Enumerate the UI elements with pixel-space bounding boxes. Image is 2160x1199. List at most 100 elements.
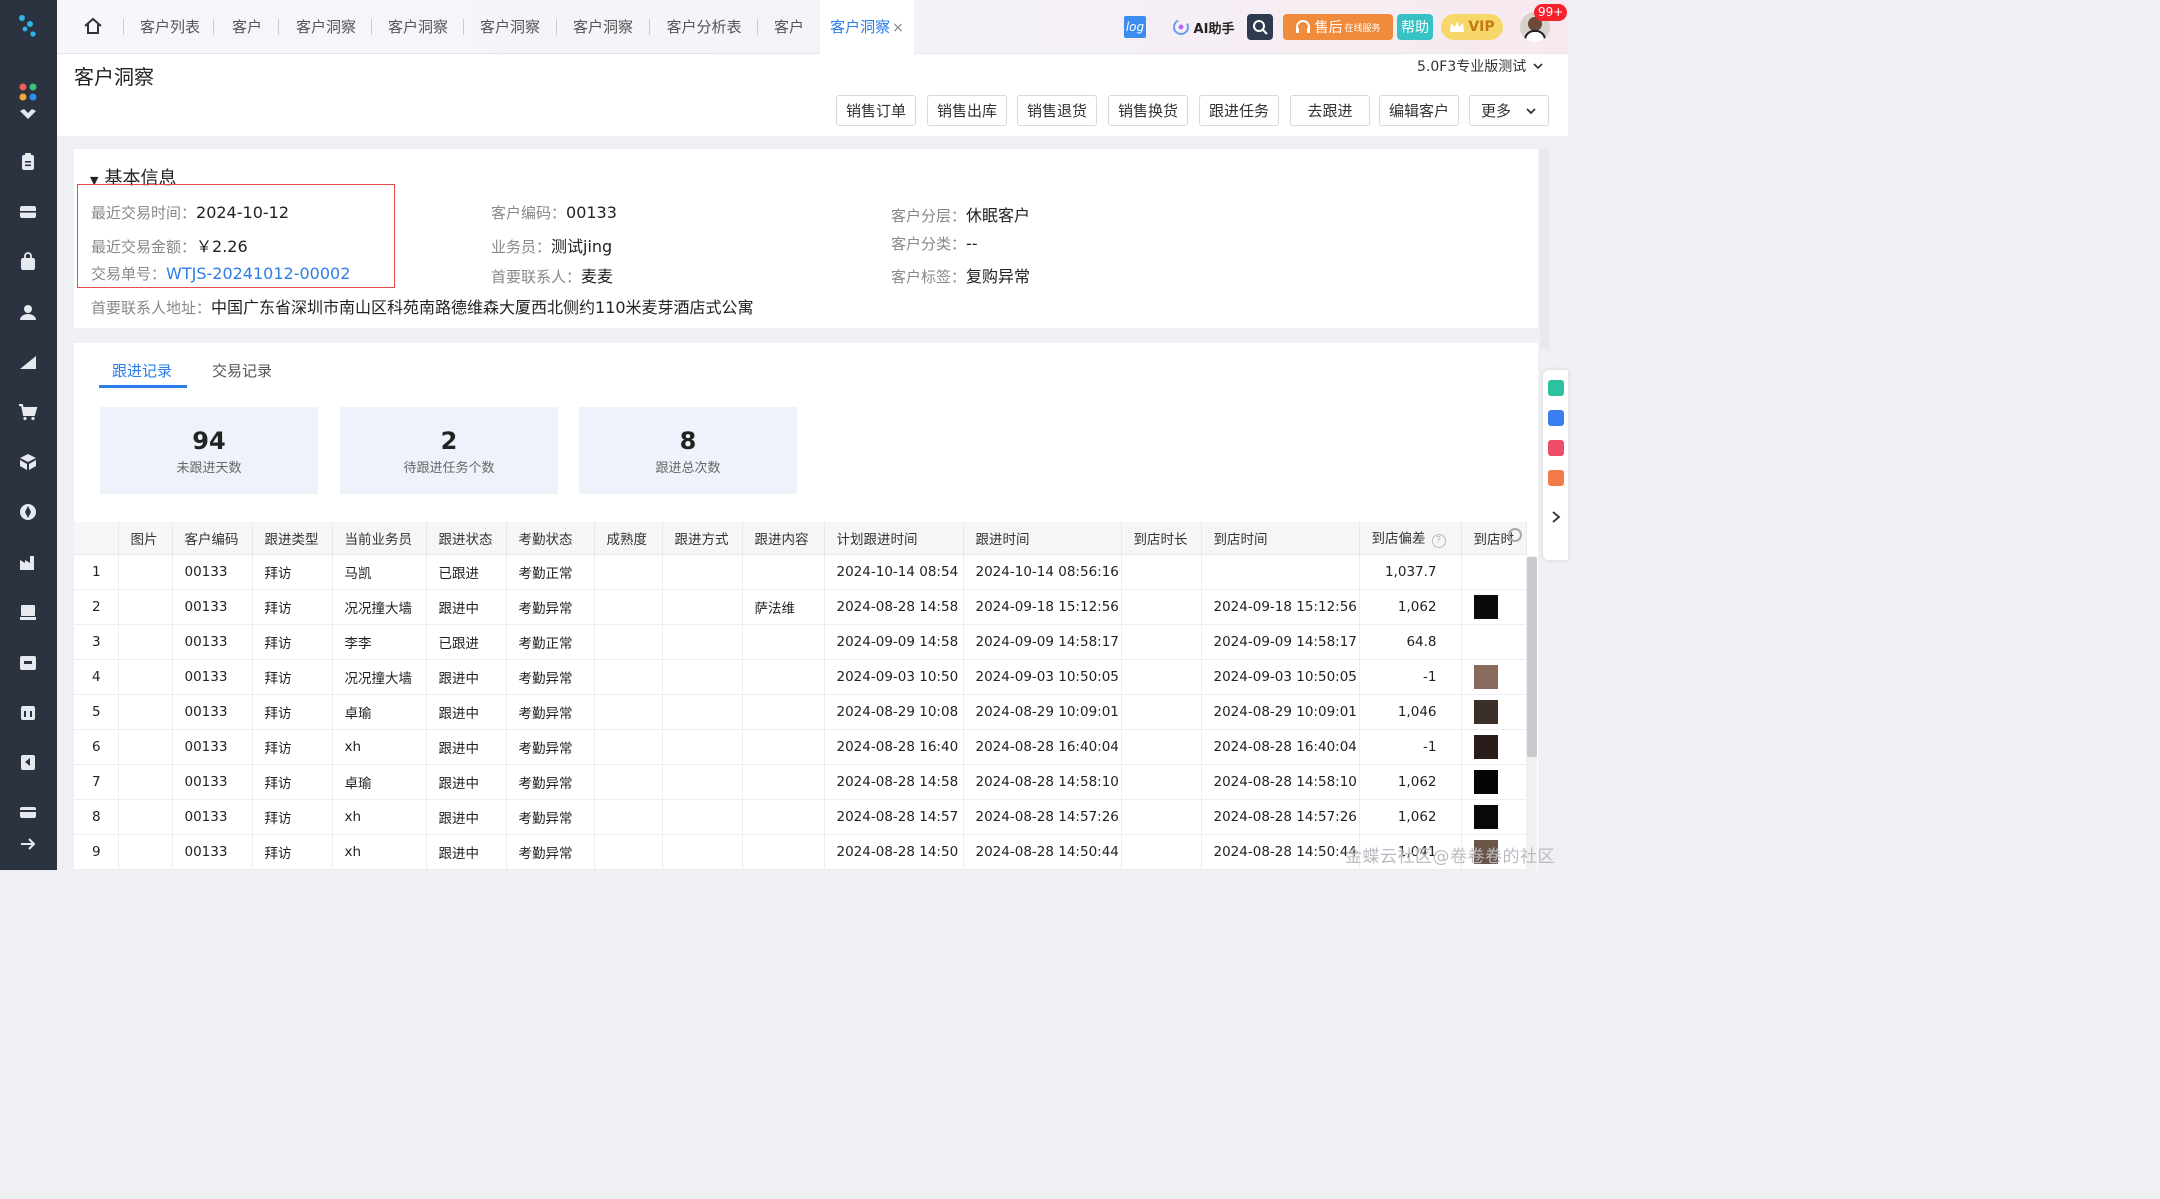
customer-icon[interactable]: [16, 300, 40, 324]
chevron-right-icon[interactable]: [1550, 510, 1562, 524]
column-header[interactable]: 跟进类型: [252, 522, 333, 555]
table-row[interactable]: 3 00133 拜访 李李 已跟进 考勤正常 2024-09-09 14:58 2024-09…: [74, 624, 1527, 660]
table-cell: [742, 624, 825, 660]
column-header[interactable]: 到店时: [1461, 522, 1527, 555]
table-row[interactable]: 2 00133 拜访 况况撞大墙 跟进中 考勤异常 萨法维 2024-08-28 14:58 2…: [74, 589, 1527, 625]
table-row[interactable]: 9 00133 拜访 xh 跟进中 考勤异常 2024-08-28 14:50 2024-08…: [74, 834, 1527, 870]
page-scrollbar[interactable]: [1540, 149, 1550, 349]
column-header[interactable]: 考勤状态: [506, 522, 595, 555]
tab-customer-insight[interactable]: 客户洞察: [379, 0, 457, 54]
table-cell: 8: [74, 799, 119, 835]
table-cell: 考勤异常: [506, 834, 595, 870]
notes-icon[interactable]: [1548, 440, 1564, 456]
box-icon[interactable]: [16, 450, 40, 474]
sales-order-button[interactable]: 销售订单: [836, 95, 916, 126]
photo-thumbnail[interactable]: [1473, 769, 1498, 794]
tab-customer-insight[interactable]: 客户洞察: [564, 0, 642, 54]
cart-icon[interactable]: [16, 400, 40, 424]
expand-arrow-icon[interactable]: [16, 832, 40, 856]
column-header[interactable]: 当前业务员: [332, 522, 427, 555]
photo-thumbnail[interactable]: [1473, 734, 1498, 759]
go-follow-button[interactable]: 去跟进: [1290, 95, 1370, 126]
app-logo[interactable]: [14, 12, 42, 40]
tab-customer[interactable]: 客户: [221, 0, 273, 54]
table-cell: 2024-08-29 10:08: [824, 694, 964, 730]
import-icon[interactable]: [16, 750, 40, 774]
help-button[interactable]: 帮助: [1397, 14, 1433, 40]
apps-grid-icon[interactable]: [16, 80, 40, 104]
wallet-icon[interactable]: [16, 800, 40, 824]
tab-customer-list[interactable]: 客户列表: [131, 0, 209, 54]
table-cell: [594, 554, 663, 590]
table-cell: [742, 729, 825, 765]
photo-thumbnail[interactable]: [1473, 664, 1498, 689]
close-tab-icon[interactable]: ×: [892, 20, 904, 36]
ai-assistant-button[interactable]: AI助手: [1163, 14, 1243, 40]
table-scrollbar-thumb[interactable]: [1527, 557, 1537, 757]
vip-badge[interactable]: VIP: [1441, 14, 1503, 40]
table-cell: 2024-09-03 10:50:05: [963, 659, 1122, 695]
column-header[interactable]: 到店偏差?: [1359, 522, 1462, 555]
table-row[interactable]: 1 00133 拜访 马凯 已跟进 考勤正常 2024-10-14 08:54 2024-10…: [74, 554, 1527, 590]
gift-icon[interactable]: [1548, 470, 1564, 486]
stamp-icon[interactable]: [16, 600, 40, 624]
photo-thumbnail[interactable]: [1473, 699, 1498, 724]
follow-task-button[interactable]: 跟进任务: [1199, 95, 1279, 126]
help-circle-icon[interactable]: ?: [1431, 534, 1446, 549]
tab-follow-records[interactable]: 跟进记录: [112, 360, 172, 381]
tab-customer-insight[interactable]: 客户洞察: [471, 0, 549, 54]
table-cell: 2024-08-28 14:50:44: [963, 834, 1122, 870]
column-header[interactable]: 到店时长: [1121, 522, 1202, 555]
calendar-icon[interactable]: [16, 700, 40, 724]
chat-icon[interactable]: [1548, 410, 1564, 426]
column-header[interactable]: 跟进内容: [742, 522, 825, 555]
table-row[interactable]: 8 00133 拜访 xh 跟进中 考勤异常 2024-08-28 14:57 2024-08…: [74, 799, 1527, 835]
archive-icon[interactable]: [16, 650, 40, 674]
trend-icon[interactable]: [16, 350, 40, 374]
after-sales-service-button[interactable]: 售后 在线服务: [1283, 14, 1393, 40]
log-icon[interactable]: log: [1124, 16, 1146, 38]
table-row[interactable]: 5 00133 拜访 卓瑜 跟进中 考勤异常 2024-08-29 10:08 2024-08…: [74, 694, 1527, 730]
sales-return-button[interactable]: 销售退货: [1017, 95, 1097, 126]
column-header[interactable]: 图片: [118, 522, 173, 555]
more-button[interactable]: 更多: [1469, 95, 1549, 126]
photo-thumbnail[interactable]: [1473, 804, 1498, 829]
sales-exchange-button[interactable]: 销售换货: [1108, 95, 1188, 126]
bag-icon[interactable]: [16, 250, 40, 274]
table-cell: 萨法维: [742, 589, 825, 625]
column-header[interactable]: 到店时间: [1201, 522, 1360, 555]
sales-outbound-button[interactable]: 销售出库: [927, 95, 1007, 126]
table-row[interactable]: 4 00133 拜访 况况撞大墙 跟进中 考勤异常 2024-09-03 10:50 2024…: [74, 659, 1527, 695]
help-question-icon[interactable]: [1548, 380, 1564, 396]
column-header[interactable]: 客户编码: [172, 522, 253, 555]
home-icon[interactable]: [83, 16, 103, 36]
column-header[interactable]: 成熟度: [594, 522, 663, 555]
column-header[interactable]: 跟进方式: [662, 522, 743, 555]
compass-icon[interactable]: [16, 500, 40, 524]
clipboard-icon[interactable]: [16, 150, 40, 174]
search-icon[interactable]: [1247, 14, 1273, 40]
tab-customer-insight-active[interactable]: 客户洞察 ×: [820, 0, 914, 54]
column-header-index[interactable]: [74, 522, 119, 555]
tab-customer-analysis[interactable]: 客户分析表: [657, 0, 751, 54]
tab-customer-insight[interactable]: 客户洞察: [286, 0, 366, 54]
table-cell: 2024-08-28 16:40:04: [1201, 729, 1360, 765]
column-header[interactable]: 计划跟进时间: [824, 522, 964, 555]
tab-customer[interactable]: 客户: [765, 0, 813, 54]
column-header[interactable]: 跟进时间: [963, 522, 1122, 555]
settings-gear-icon[interactable]: [1508, 527, 1522, 542]
stat-card: 2 待跟进任务个数: [340, 407, 558, 494]
table-cell: 李李: [332, 624, 427, 660]
version-select[interactable]: 5.0F3专业版测试: [1417, 56, 1544, 76]
factory-icon[interactable]: [16, 550, 40, 574]
table-cell: 3: [74, 624, 119, 660]
photo-thumbnail[interactable]: [1473, 594, 1498, 619]
tab-trade-records[interactable]: 交易记录: [212, 360, 272, 381]
edit-customer-button[interactable]: 编辑客户: [1379, 95, 1459, 126]
table-cell: 拜访: [252, 729, 333, 765]
collapse-chevron-icon[interactable]: [16, 103, 40, 127]
table-row[interactable]: 6 00133 拜访 xh 跟进中 考勤异常 2024-08-28 16:40 2024-08…: [74, 729, 1527, 765]
table-row[interactable]: 7 00133 拜访 卓瑜 跟进中 考勤异常 2024-08-28 14:58 2024-08…: [74, 764, 1527, 800]
column-header[interactable]: 跟进状态: [426, 522, 507, 555]
inbox-icon[interactable]: [16, 200, 40, 224]
